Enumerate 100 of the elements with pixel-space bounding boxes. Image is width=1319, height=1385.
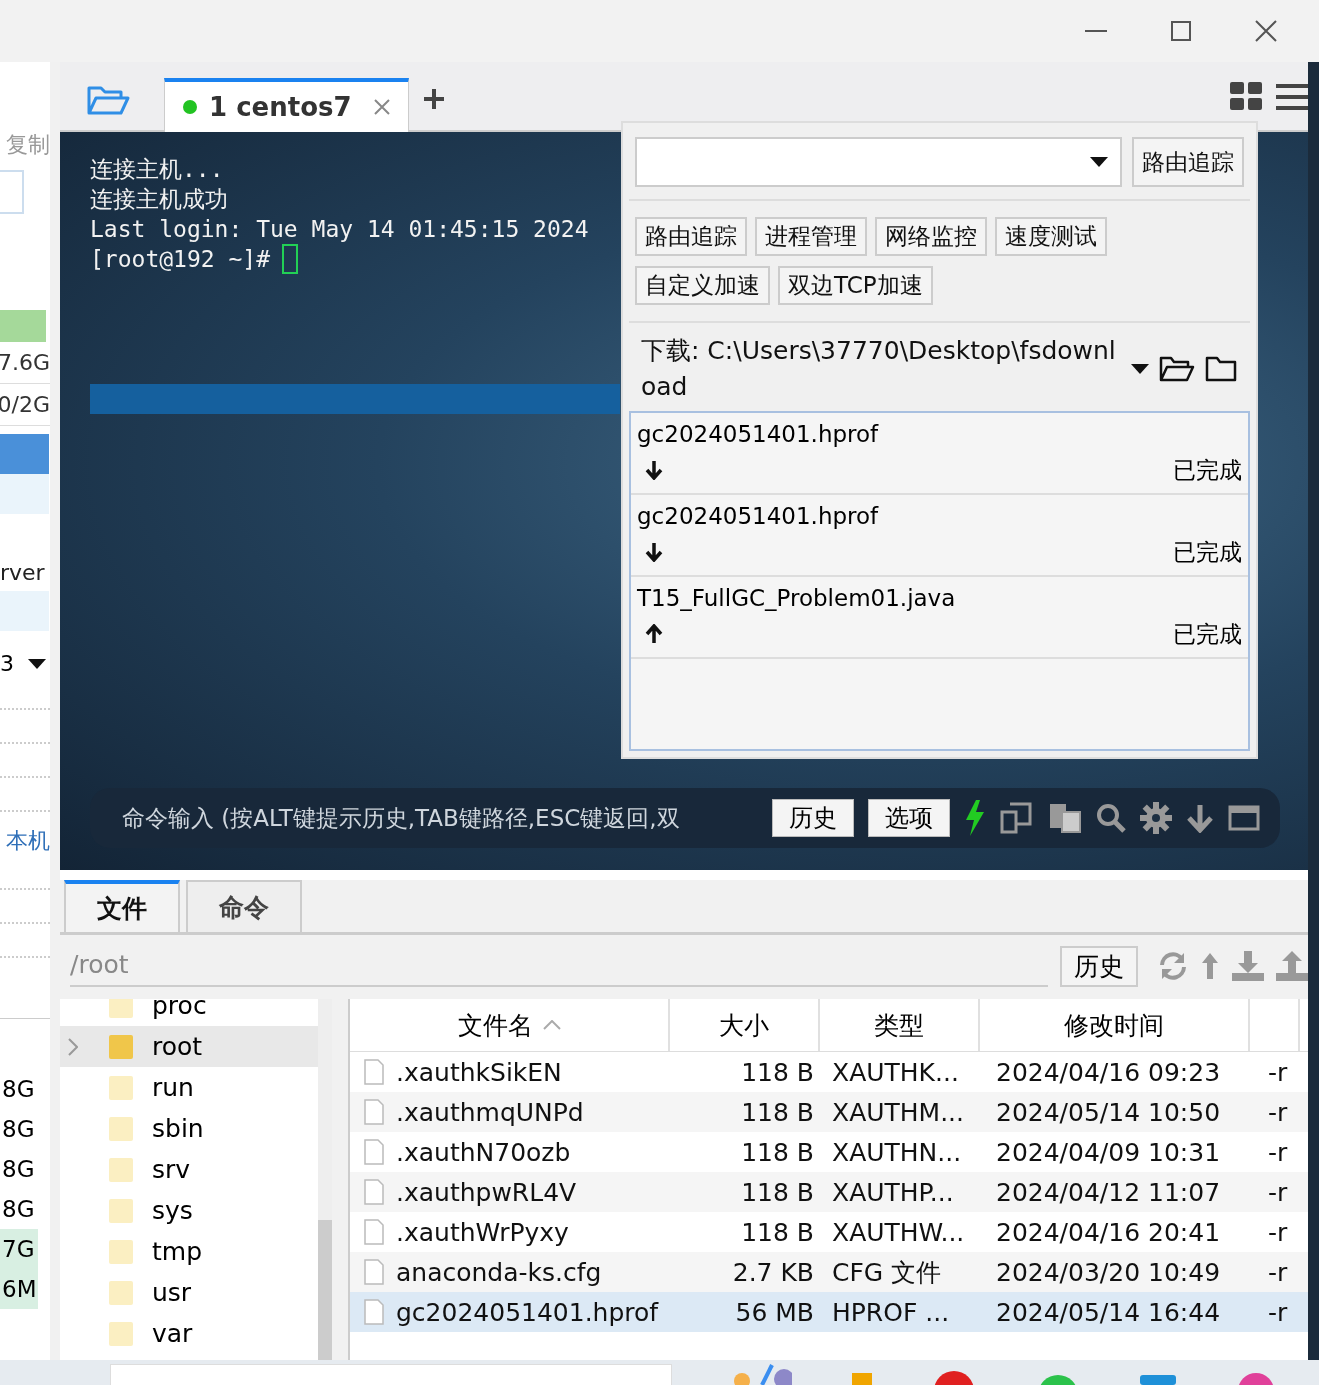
tool-button[interactable]: 自定义加速 <box>635 266 770 305</box>
file-size: 56 MB <box>734 1297 815 1327</box>
file-type: HPROF ... <box>831 1297 951 1327</box>
app-icon[interactable] <box>732 1363 792 1385</box>
tree-item[interactable]: tmp <box>60 1231 318 1272</box>
folder-icon <box>108 1197 134 1224</box>
local-link[interactable]: 本机 <box>6 826 50 856</box>
file-row[interactable]: anaconda-ks.cfg 2.7 KB CFG 文件 2024/03/20 10:49 -r <box>350 1252 1308 1292</box>
folder-icon <box>108 1074 134 1101</box>
column-header[interactable]: 类型 <box>820 999 980 1051</box>
file-row[interactable]: gc2024051401.hprof 56 MB HPROF ... 2024/05/14 16:44 -r <box>350 1292 1308 1332</box>
paste-icon[interactable] <box>1048 802 1082 834</box>
file-permissions: -r <box>1267 1297 1289 1327</box>
command-input[interactable]: 命令输入 (按ALT键提示历史,TAB键路径,ESC键返回,双 <box>122 802 758 834</box>
window-icon[interactable] <box>1228 805 1260 831</box>
tree-item[interactable]: run <box>60 1067 318 1108</box>
column-header[interactable]: 修改时间 <box>980 999 1250 1051</box>
tool-button[interactable]: 路由追踪 <box>635 217 747 256</box>
close-icon[interactable] <box>1255 20 1277 42</box>
maximize-icon[interactable] <box>1171 21 1191 41</box>
transfer-item[interactable]: gc2024051401.hprof 已完成 <box>631 413 1248 495</box>
tool-button[interactable]: 进程管理 <box>755 217 867 256</box>
grid-icon[interactable] <box>1230 82 1262 110</box>
taskbar-search-field[interactable] <box>110 1364 672 1385</box>
file-name: .xauthN70ozb <box>396 1137 571 1167</box>
dropdown-arrow-icon[interactable] <box>28 658 46 669</box>
server-name: rver <box>0 559 45 587</box>
file-name: gc2024051401.hprof <box>396 1297 659 1327</box>
folder-icon <box>108 1238 134 1265</box>
folder-icon[interactable] <box>1205 356 1237 382</box>
folder-icon[interactable] <box>1159 356 1195 382</box>
terminal-line: 连接主机成功 <box>90 185 228 214</box>
expand-caret-icon[interactable] <box>68 1037 78 1056</box>
tool-button[interactable]: 网络监控 <box>875 217 987 256</box>
tree-item[interactable]: var <box>60 1313 318 1354</box>
terminal-prompt: [root@192 ~]# <box>90 245 270 274</box>
size-text: 7.6G <box>0 342 50 384</box>
download-path: 下载: C:\Users\37770\Desktop\fsdownload <box>641 335 1117 403</box>
tool-button[interactable]: 双边TCP加速 <box>778 266 933 305</box>
transfer-item[interactable]: T15_FullGC_Problem01.java 已完成 <box>631 577 1248 659</box>
download-icon[interactable] <box>1232 951 1264 981</box>
tab-title: 1 centos7 <box>209 92 352 122</box>
file-modified: 2024/04/12 11:07 <box>995 1177 1222 1207</box>
file-row[interactable]: .xauthmqUNPd 118 B XAUTHM... 2024/05/14 10:50 -r <box>350 1092 1308 1132</box>
folder-icon <box>108 1115 134 1142</box>
history-button[interactable]: 历史 <box>1060 945 1138 987</box>
copy-icon[interactable] <box>1000 802 1034 834</box>
tree-item[interactable]: root <box>60 1026 318 1067</box>
file-name: .xauthWrPyxy <box>396 1217 569 1247</box>
add-icon[interactable] <box>422 88 445 110</box>
tool-button[interactable]: 速度测试 <box>995 217 1107 256</box>
file-permissions: -r <box>1267 1137 1289 1167</box>
tree-item[interactable]: sbin <box>60 1108 318 1149</box>
menu-icon[interactable] <box>1276 84 1308 110</box>
dropdown-arrow-icon[interactable] <box>1131 364 1149 374</box>
command-button[interactable]: 选项 <box>868 799 950 837</box>
close-icon[interactable] <box>373 99 390 115</box>
tree-item[interactable]: sys <box>60 1190 318 1231</box>
lightning-icon[interactable] <box>964 800 986 836</box>
file-row[interactable]: .xauthWrPyxy 118 B XAUTHW... 2024/04/16 20:41 -r <box>350 1212 1308 1252</box>
app-icon[interactable] <box>1236 1371 1276 1385</box>
panel-tab[interactable]: 文件 <box>64 880 180 932</box>
tree-item[interactable]: srv <box>60 1149 318 1190</box>
file-row[interactable]: .xauthN70ozb 118 B XAUTHN... 2024/04/09 10:31 -r <box>350 1132 1308 1172</box>
session-tab[interactable]: 1 centos7 <box>164 78 409 132</box>
size-cell: 6M <box>0 1269 38 1309</box>
transfer-name: gc2024051401.hprof <box>637 502 880 529</box>
up-arrow-icon[interactable] <box>1200 951 1220 981</box>
dropdown-arrow-icon[interactable] <box>1090 157 1108 167</box>
file-size: 118 B <box>740 1097 815 1127</box>
file-row[interactable]: .xauthkSikEN 118 B XAUTHK... 2024/04/16 09:23 -r <box>350 1052 1308 1092</box>
column-header[interactable]: 大小 <box>670 999 820 1051</box>
file-type: XAUTHN... <box>831 1137 963 1167</box>
size-cell: 7G <box>0 1229 38 1269</box>
file-type: XAUTHM... <box>831 1097 965 1127</box>
file-name: .xauthmqUNPd <box>396 1097 584 1127</box>
upload-icon[interactable] <box>1276 951 1308 981</box>
command-button[interactable]: 历史 <box>772 799 854 837</box>
file-permissions: -r <box>1267 1257 1289 1287</box>
file-type: CFG 文件 <box>831 1256 943 1289</box>
input-field[interactable] <box>0 170 24 214</box>
panel-tab[interactable]: 命令 <box>186 880 302 932</box>
file-permissions: -r <box>1267 1057 1289 1087</box>
search-icon[interactable] <box>1096 803 1126 833</box>
trace-button[interactable]: 路由追踪 <box>1132 137 1244 187</box>
transfer-name: gc2024051401.hprof <box>637 420 880 447</box>
selected-row <box>0 434 49 474</box>
upload-arrow-icon <box>645 624 663 644</box>
file-icon <box>364 1259 384 1285</box>
tree-item[interactable]: usr <box>60 1272 318 1313</box>
down-arrow-icon[interactable] <box>1186 803 1214 833</box>
column-header[interactable]: 文件名 <box>350 999 670 1051</box>
transfer-item[interactable]: gc2024051401.hprof 已完成 <box>631 495 1248 577</box>
app-icon[interactable] <box>932 1369 976 1385</box>
refresh-icon[interactable] <box>1158 951 1188 981</box>
transfer-status: 已完成 <box>1173 619 1242 649</box>
scrollbar-thumb[interactable] <box>318 1220 332 1360</box>
tree-item[interactable]: proc <box>60 999 318 1026</box>
file-row[interactable]: .xauthpwRL4V 118 B XAUTHP... 2024/04/12 11:07 -r <box>350 1172 1308 1212</box>
dropdown-value[interactable]: 3 <box>0 651 14 676</box>
